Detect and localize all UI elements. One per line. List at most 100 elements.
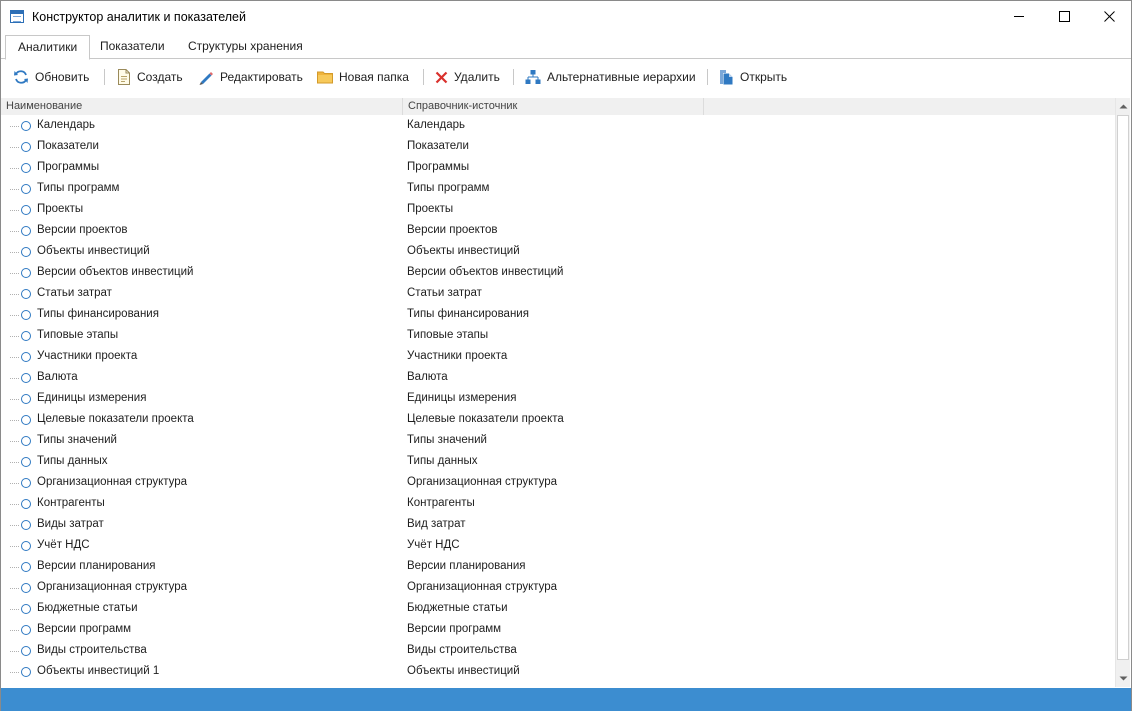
row-name-cell: Типы данных xyxy=(37,455,108,467)
row-source-cell: Календарь xyxy=(407,119,466,131)
tree-connector xyxy=(10,651,19,652)
row-name-cell: Версии программ xyxy=(37,623,132,635)
open-button-label: Открыть xyxy=(740,70,788,84)
row-name-cell: Бюджетные статьи xyxy=(37,602,138,614)
table-row[interactable]: Показатели Показатели xyxy=(1,137,1115,158)
row-source-cell: Типы значений xyxy=(407,434,487,446)
open-button[interactable]: Открыть xyxy=(719,67,787,87)
table-row[interactable]: Единицы измерения Единицы измерения xyxy=(1,389,1115,410)
table-row[interactable]: Версии программ Версии программ xyxy=(1,620,1115,641)
row-source-cell: Проекты xyxy=(407,203,454,215)
table-row[interactable]: Типовые этапы Типовые этапы xyxy=(1,326,1115,347)
table-row[interactable]: Проекты Проекты xyxy=(1,200,1115,221)
app-window-icon xyxy=(10,10,24,23)
edit-button[interactable]: Редактировать xyxy=(198,67,303,87)
table-row[interactable]: Типы финансирования Типы финансирования xyxy=(1,305,1115,326)
tree-connector xyxy=(10,462,19,463)
table-row[interactable]: Целевые показатели проекта Целевые показа… xyxy=(1,410,1115,431)
table-row[interactable]: Виды строительства Виды строительства xyxy=(1,641,1115,662)
tree-connector xyxy=(10,609,19,610)
table-row[interactable]: Типы программ Типы программ xyxy=(1,179,1115,200)
tree-connector xyxy=(10,231,19,232)
tree-connector xyxy=(10,525,19,526)
row-name-cell: Календарь xyxy=(37,119,96,131)
tree-connector xyxy=(10,567,19,568)
maximize-button[interactable] xyxy=(1041,1,1087,32)
alt-hierarchies-button-label: Альтернативные иерархии xyxy=(547,70,696,84)
row-name-cell: Показатели xyxy=(37,140,99,152)
row-name-cell: Виды затрат xyxy=(37,518,104,530)
minimize-button[interactable] xyxy=(996,1,1042,32)
dimension-circle-icon xyxy=(21,625,31,635)
scroll-down-arrow-icon[interactable] xyxy=(1116,671,1131,686)
table-row[interactable]: Организационная структура Организационная… xyxy=(1,473,1115,494)
row-source-cell: Объекты инвестиций xyxy=(407,245,520,257)
create-button[interactable]: Создать xyxy=(117,67,183,87)
alt-hierarchies-button[interactable]: Альтернативные иерархии xyxy=(525,67,696,87)
row-name-cell: Организационная структура xyxy=(37,581,188,593)
table-row[interactable]: Типы данных Типы данных xyxy=(1,452,1115,473)
dimension-circle-icon xyxy=(21,268,31,278)
table-row[interactable]: Типы значений Типы значений xyxy=(1,431,1115,452)
folder-icon xyxy=(317,71,333,84)
vertical-scrollbar[interactable] xyxy=(1115,98,1130,687)
toolbar-separator xyxy=(707,69,708,85)
table-row[interactable]: Версии планирования Версии планирования xyxy=(1,557,1115,578)
table-row[interactable]: Объекты инвестиций Объекты инвестиций xyxy=(1,242,1115,263)
tree-connector xyxy=(10,672,19,673)
table-row[interactable]: Статьи затрат Статьи затрат xyxy=(1,284,1115,305)
status-bar xyxy=(1,688,1131,711)
delete-x-icon xyxy=(435,71,448,83)
tree-connector xyxy=(10,441,19,442)
table-row[interactable]: Программы Программы xyxy=(1,158,1115,179)
tab-storage-structures[interactable]: Структуры хранения xyxy=(176,35,315,59)
tab-indicators[interactable]: Показатели xyxy=(88,35,177,59)
table-row[interactable]: Учёт НДС Учёт НДС xyxy=(1,536,1115,557)
table-row[interactable]: Валюта Валюта xyxy=(1,368,1115,389)
row-name-cell: Типы финансирования xyxy=(37,308,159,320)
tab-analytics[interactable]: Аналитики xyxy=(5,35,91,60)
tree-connector xyxy=(10,588,19,589)
table-row[interactable]: Виды затрат Вид затрат xyxy=(1,515,1115,536)
dimension-circle-icon xyxy=(21,415,31,425)
refresh-button[interactable]: Обновить xyxy=(13,67,89,87)
table-row[interactable]: Календарь Календарь xyxy=(1,116,1115,137)
row-source-cell: Организационная структура xyxy=(407,581,558,593)
delete-button[interactable]: Удалить xyxy=(435,67,500,87)
analytics-grid[interactable]: Наименование Справочник-источник Календа… xyxy=(1,98,1115,687)
table-row[interactable]: Организационная структура Организационная… xyxy=(1,578,1115,599)
app-window: Конструктор аналитик и показателей Анали… xyxy=(0,0,1132,711)
scrollbar-thumb[interactable] xyxy=(1117,115,1129,660)
close-button[interactable] xyxy=(1086,1,1132,32)
dimension-circle-icon xyxy=(21,604,31,614)
new-folder-button[interactable]: Новая папка xyxy=(317,67,409,87)
row-source-cell: Бюджетные статьи xyxy=(407,602,508,614)
tree-connector xyxy=(10,168,19,169)
dimension-circle-icon xyxy=(21,562,31,572)
dimension-circle-icon xyxy=(21,163,31,173)
row-source-cell: Вид затрат xyxy=(407,518,466,530)
refresh-icon xyxy=(14,70,28,84)
column-header-name[interactable]: Наименование xyxy=(1,98,403,115)
table-row[interactable]: Версии проектов Версии проектов xyxy=(1,221,1115,242)
scroll-up-arrow-icon[interactable] xyxy=(1116,99,1131,114)
table-row[interactable]: Объекты инвестиций 1 Объекты инвестиций xyxy=(1,662,1115,683)
maximize-icon xyxy=(1058,11,1070,22)
dimension-circle-icon xyxy=(21,184,31,194)
column-header-source[interactable]: Справочник-источник xyxy=(403,98,704,115)
row-name-cell: Объекты инвестиций xyxy=(37,245,150,257)
tree-connector xyxy=(10,210,19,211)
row-name-cell: Объекты инвестиций 1 xyxy=(37,665,160,677)
table-row[interactable]: Контрагенты Контрагенты xyxy=(1,494,1115,515)
dimension-circle-icon xyxy=(21,520,31,530)
row-source-cell: Типы программ xyxy=(407,182,490,194)
tree-connector xyxy=(10,315,19,316)
table-row[interactable]: Версии объектов инвестиций Версии объекто… xyxy=(1,263,1115,284)
tree-connector xyxy=(10,252,19,253)
table-row[interactable]: Бюджетные статьи Бюджетные статьи xyxy=(1,599,1115,620)
row-source-cell: Статьи затрат xyxy=(407,287,482,299)
tree-connector xyxy=(10,294,19,295)
row-source-cell: Участники проекта xyxy=(407,350,508,362)
table-row[interactable]: Участники проекта Участники проекта xyxy=(1,347,1115,368)
row-source-cell: Версии программ xyxy=(407,623,502,635)
